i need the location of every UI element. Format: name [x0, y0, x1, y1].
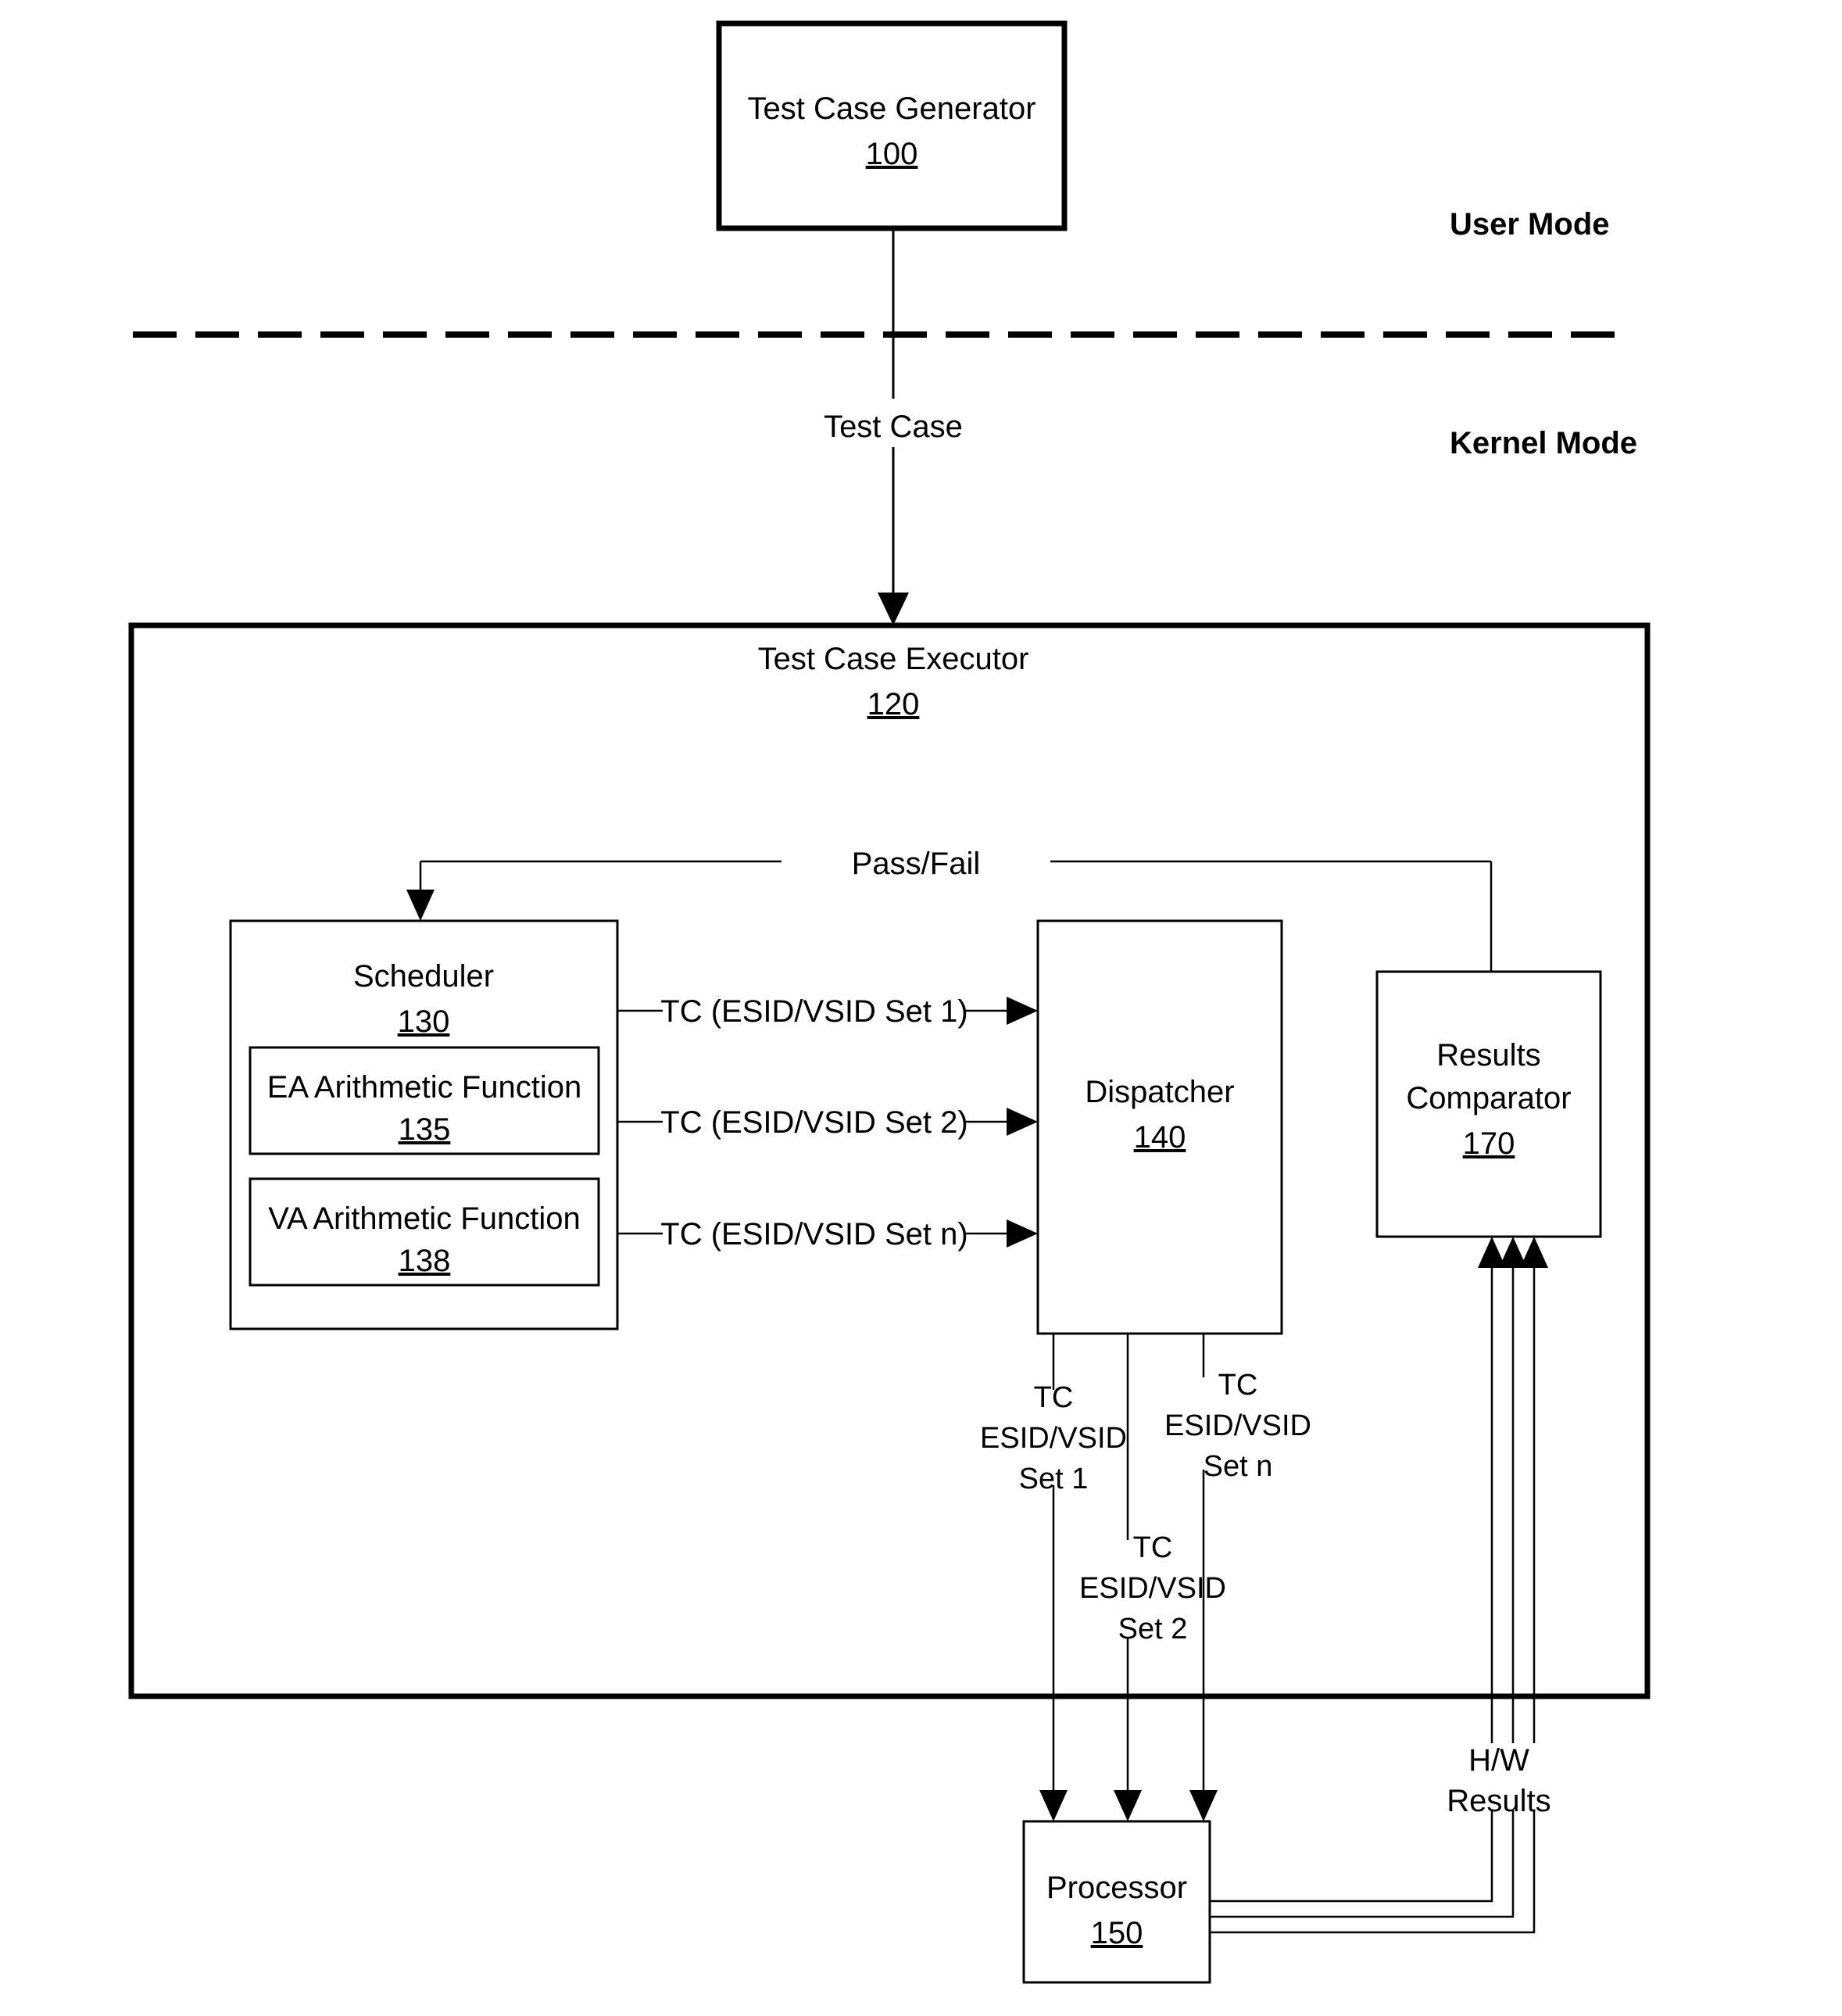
test-case-executor-box[interactable]: [128, 622, 1651, 1699]
dispatch-set-n-line1: TC: [1218, 1369, 1258, 1402]
test-case-generator-label: Test Case Generator: [747, 91, 1035, 126]
dispatch-set-n-arrowhead-icon: [1189, 1790, 1218, 1821]
dispatch-set-2-line1: TC: [1133, 1531, 1173, 1564]
dispatch-set-n-line2: ESID/VSID: [1164, 1409, 1311, 1442]
ea-arithmetic-function-label: EA Arithmetic Function: [267, 1070, 581, 1105]
dispatcher-ref: 140: [1134, 1120, 1186, 1155]
dispatch-set-1-line3: Set 1: [1019, 1463, 1089, 1495]
va-arithmetic-function-ref: 138: [399, 1244, 451, 1278]
user-mode-label: User Mode: [1450, 207, 1610, 242]
tc-set-2-arrowhead-icon: [1007, 1108, 1038, 1136]
hw-results-label-line2: Results: [1447, 1784, 1550, 1818]
ea-arithmetic-function-ref: 135: [399, 1112, 451, 1147]
tc-set-1-label: TC (ESID/VSID Set 1): [660, 994, 967, 1029]
block-diagram: Test Case Generator 100 User Mode Kernel…: [128, 20, 1651, 1984]
scheduler-ref: 130: [398, 1004, 450, 1039]
hw-results-arrowhead-3-icon: [1520, 1237, 1548, 1268]
processor-label: Processor: [1046, 1871, 1187, 1905]
dispatch-set-2-arrowhead-icon: [1114, 1790, 1142, 1821]
pass-fail-arrowhead-icon: [406, 890, 435, 921]
test-case-executor-ref: 120: [867, 687, 920, 722]
tc-set-2-label: TC (ESID/VSID Set 2): [660, 1105, 967, 1140]
dispatcher-label: Dispatcher: [1085, 1075, 1234, 1109]
tc-set-1-arrowhead-icon: [1007, 997, 1038, 1025]
dispatch-set-1-line2: ESID/VSID: [980, 1422, 1127, 1455]
processor-ref: 150: [1091, 1916, 1143, 1950]
hw-results-path-3: [1210, 1810, 1536, 1934]
figure-canvas: Test Case Generator 100 User Mode Kernel…: [0, 0, 1842, 2016]
results-comparator-label-line2: Comparator: [1406, 1081, 1571, 1115]
dispatch-set-2-line3: Set 2: [1118, 1613, 1188, 1645]
results-comparator-ref: 170: [1463, 1126, 1515, 1161]
scheduler-label: Scheduler: [353, 959, 494, 994]
dispatch-set-1-arrowhead-icon: [1039, 1790, 1068, 1821]
va-arithmetic-function-label: VA Arithmetic Function: [268, 1201, 580, 1236]
test-case-executor-label: Test Case Executor: [758, 642, 1029, 676]
tc-set-n-label: TC (ESID/VSID Set n): [660, 1217, 967, 1251]
test-case-arrowhead-icon: [878, 593, 909, 625]
results-comparator-label-line1: Results: [1436, 1038, 1540, 1072]
hw-results-label-line1: H/W: [1468, 1743, 1529, 1778]
dispatch-set-1-line1: TC: [1034, 1381, 1074, 1414]
pass-fail-edge-label: Pass/Fail: [852, 847, 981, 881]
dispatch-set-n-line3: Set n: [1204, 1450, 1273, 1483]
test-case-generator-box[interactable]: [716, 20, 1068, 231]
test-case-generator-ref: 100: [866, 137, 918, 171]
hw-results-path-1: [1210, 1810, 1493, 1903]
tc-set-n-arrowhead-icon: [1007, 1219, 1038, 1248]
kernel-mode-label: Kernel Mode: [1450, 426, 1637, 460]
test-case-edge-label: Test Case: [824, 410, 963, 444]
